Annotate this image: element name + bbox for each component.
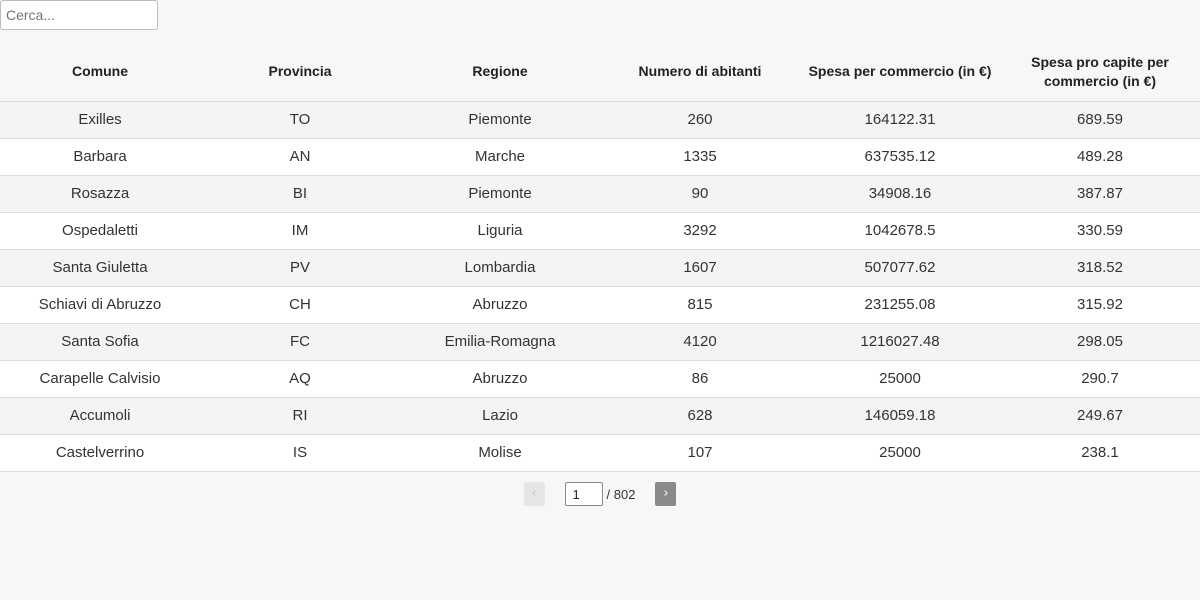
table-body: Exilles TO Piemonte 260 164122.31 689.59 Barba… bbox=[0, 101, 1200, 472]
cell-spesa: 146059.18 bbox=[800, 397, 1000, 435]
cell-provincia: CH bbox=[200, 286, 400, 324]
cell-spesa-pro-capite: 330.59 bbox=[1000, 212, 1200, 250]
cell-spesa: 637535.12 bbox=[800, 138, 1000, 176]
cell-provincia: RI bbox=[200, 397, 400, 435]
table-row: Accumoli RI Lazio 628 146059.18 249.67 bbox=[0, 397, 1200, 435]
search-input[interactable] bbox=[0, 0, 158, 30]
cell-abitanti: 260 bbox=[600, 101, 800, 139]
cell-spesa-pro-capite: 238.1 bbox=[1000, 434, 1200, 472]
data-table: Comune Provincia Regione Numero di abita… bbox=[0, 43, 1200, 472]
cell-spesa: 34908.16 bbox=[800, 175, 1000, 213]
column-header-spesa-pro-capite[interactable]: Spesa pro capite per commercio (in €) bbox=[1000, 43, 1200, 102]
column-header-comune[interactable]: Comune bbox=[0, 43, 200, 102]
cell-comune: Santa Sofia bbox=[0, 323, 200, 361]
column-header-spesa[interactable]: Spesa per commercio (in €) bbox=[800, 43, 1000, 102]
cell-regione: Lombardia bbox=[400, 249, 600, 287]
cell-spesa-pro-capite: 387.87 bbox=[1000, 175, 1200, 213]
table-row: Santa Giuletta PV Lombardia 1607 507077.62 31… bbox=[0, 249, 1200, 287]
table-row: Barbara AN Marche 1335 637535.12 489.28 bbox=[0, 138, 1200, 176]
cell-provincia: IM bbox=[200, 212, 400, 250]
cell-provincia: PV bbox=[200, 249, 400, 287]
table-row: Schiavi di Abruzzo CH Abruzzo 815 231255.08 3… bbox=[0, 286, 1200, 324]
table-row: Castelverrino IS Molise 107 25000 238.1 bbox=[0, 434, 1200, 472]
page-number-input[interactable] bbox=[564, 482, 603, 506]
cell-abitanti: 628 bbox=[600, 397, 800, 435]
cell-comune: Schiavi di Abruzzo bbox=[0, 286, 200, 324]
cell-spesa: 25000 bbox=[800, 434, 1000, 472]
cell-abitanti: 86 bbox=[600, 360, 800, 398]
next-page-button[interactable]: › bbox=[655, 482, 677, 506]
cell-comune: Carapelle Calvisio bbox=[0, 360, 200, 398]
cell-comune: Barbara bbox=[0, 138, 200, 176]
cell-provincia: IS bbox=[200, 434, 400, 472]
cell-abitanti: 3292 bbox=[600, 212, 800, 250]
cell-regione: Abruzzo bbox=[400, 286, 600, 324]
cell-regione: Piemonte bbox=[400, 101, 600, 139]
cell-comune: Exilles bbox=[0, 101, 200, 139]
cell-spesa: 231255.08 bbox=[800, 286, 1000, 324]
table-header-row: Comune Provincia Regione Numero di abita… bbox=[0, 43, 1200, 102]
cell-comune: Accumoli bbox=[0, 397, 200, 435]
cell-spesa-pro-capite: 315.92 bbox=[1000, 286, 1200, 324]
table-row: Rosazza BI Piemonte 90 34908.16 387.87 bbox=[0, 175, 1200, 213]
cell-abitanti: 1335 bbox=[600, 138, 800, 176]
cell-spesa-pro-capite: 318.52 bbox=[1000, 249, 1200, 287]
cell-spesa-pro-capite: 298.05 bbox=[1000, 323, 1200, 361]
table-row: Santa Sofia FC Emilia-Romagna 4120 1216027.4… bbox=[0, 323, 1200, 361]
pagination: ‹ / 802 › bbox=[0, 481, 1200, 507]
cell-abitanti: 815 bbox=[600, 286, 800, 324]
cell-spesa-pro-capite: 689.59 bbox=[1000, 101, 1200, 139]
page: Comune Provincia Regione Numero di abita… bbox=[0, 0, 1200, 600]
cell-spesa: 25000 bbox=[800, 360, 1000, 398]
cell-regione: Piemonte bbox=[400, 175, 600, 213]
table-row: Carapelle Calvisio AQ Abruzzo 86 25000 290.7 bbox=[0, 360, 1200, 398]
cell-spesa-pro-capite: 489.28 bbox=[1000, 138, 1200, 176]
cell-regione: Marche bbox=[400, 138, 600, 176]
total-pages-label: / 802 bbox=[606, 486, 636, 502]
cell-comune: Santa Giuletta bbox=[0, 249, 200, 287]
column-header-abitanti[interactable]: Numero di abitanti bbox=[600, 43, 800, 102]
cell-comune: Rosazza bbox=[0, 175, 200, 213]
cell-spesa-pro-capite: 290.7 bbox=[1000, 360, 1200, 398]
cell-provincia: AN bbox=[200, 138, 400, 176]
cell-abitanti: 90 bbox=[600, 175, 800, 213]
cell-provincia: BI bbox=[200, 175, 400, 213]
cell-abitanti: 1607 bbox=[600, 249, 800, 287]
cell-regione: Abruzzo bbox=[400, 360, 600, 398]
cell-regione: Liguria bbox=[400, 212, 600, 250]
cell-spesa: 164122.31 bbox=[800, 101, 1000, 139]
table-row: Ospedaletti IM Liguria 3292 1042678.5 330.59 bbox=[0, 212, 1200, 250]
cell-regione: Molise bbox=[400, 434, 600, 472]
cell-provincia: FC bbox=[200, 323, 400, 361]
cell-provincia: TO bbox=[200, 101, 400, 139]
column-header-regione[interactable]: Regione bbox=[400, 43, 600, 102]
cell-spesa: 1042678.5 bbox=[800, 212, 1000, 250]
cell-provincia: AQ bbox=[200, 360, 400, 398]
column-header-provincia[interactable]: Provincia bbox=[200, 43, 400, 102]
cell-comune: Castelverrino bbox=[0, 434, 200, 472]
cell-spesa: 1216027.48 bbox=[800, 323, 1000, 361]
cell-abitanti: 107 bbox=[600, 434, 800, 472]
cell-regione: Lazio bbox=[400, 397, 600, 435]
cell-abitanti: 4120 bbox=[600, 323, 800, 361]
cell-spesa-pro-capite: 249.67 bbox=[1000, 397, 1200, 435]
cell-spesa: 507077.62 bbox=[800, 249, 1000, 287]
table-row: Exilles TO Piemonte 260 164122.31 689.59 bbox=[0, 101, 1200, 139]
cell-comune: Ospedaletti bbox=[0, 212, 200, 250]
previous-page-button[interactable]: ‹ bbox=[523, 482, 545, 506]
cell-regione: Emilia-Romagna bbox=[400, 323, 600, 361]
